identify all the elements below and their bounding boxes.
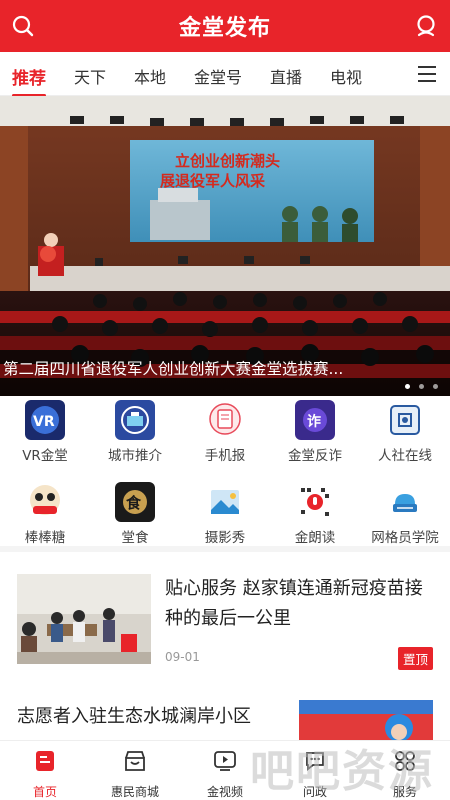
carousel-dots (405, 384, 438, 389)
grid-academy-icon (385, 482, 425, 522)
nav-home[interactable]: 首页 (0, 749, 90, 800)
app-title: 金堂发布 (178, 16, 271, 41)
grid-label: 棒棒糖 (24, 530, 66, 546)
watermark: 吧吧资源 (250, 746, 434, 797)
pinned-badge: 置顶 (397, 647, 433, 670)
home-icon (36, 751, 54, 771)
photo-icon (205, 482, 245, 522)
tab-recommend[interactable]: 推荐 (12, 64, 46, 97)
nav-label: 首页 (32, 785, 57, 799)
grid-item-reading[interactable]: 金朗读 (270, 482, 360, 546)
mobile-newspaper-icon (205, 400, 245, 440)
tab-world[interactable]: 天下 (74, 64, 106, 88)
grid-item-city[interactable]: 城市推介 (90, 400, 180, 464)
news-title[interactable]: 贴心服务 赵家镇连通新冠疫苗接种的最后一公里 (165, 574, 435, 634)
grid-item-mobile-newspaper[interactable]: 手机报 (180, 400, 270, 464)
user-icon[interactable] (414, 14, 438, 38)
city-icon (115, 400, 155, 440)
grid-label: 城市推介 (108, 448, 162, 464)
tab-tv[interactable]: 电视 (330, 64, 362, 88)
category-tabs: 推荐 天下 本地 金堂号 直播 电视 (0, 52, 450, 97)
grid-item-grid-academy[interactable]: 网格员学院 (360, 482, 450, 546)
video-icon (214, 751, 236, 771)
carousel-dot[interactable] (433, 384, 438, 389)
grid-item-anti-fraud[interactable]: 诈 金堂反诈 (270, 400, 360, 464)
grid-item-lollipop[interactable]: 棒棒糖 (0, 482, 90, 546)
news-date: 09-01 (165, 650, 200, 664)
tab-live[interactable]: 直播 (270, 64, 302, 88)
grid-item-social-security[interactable]: 人社在线 (360, 400, 450, 464)
anti-fraud-icon: 诈 (295, 400, 335, 440)
grid-label: 堂食 (121, 530, 149, 546)
service-grid: VR VR金堂 城市推介 手机报 诈 金堂反诈 人社在线 棒棒糖 食 堂食 摄影… (0, 396, 450, 552)
grid-item-dining[interactable]: 食 堂食 (90, 482, 180, 546)
social-security-icon (385, 400, 425, 440)
banner-carousel[interactable]: 立创业创新潮头 展退役军人风采 第二届四川省退役军人创业创新大赛金堂选拔赛... (0, 96, 450, 396)
news-thumbnail (17, 574, 151, 664)
vr-icon: VR (25, 400, 65, 440)
dining-icon: 食 (115, 482, 155, 522)
nav-label: 惠民商城 (110, 785, 159, 799)
banner-image: 立创业创新潮头 展退役军人风采 (0, 96, 450, 396)
banner-caption[interactable]: 第二届四川省退役军人创业创新大赛金堂选拔赛... (3, 357, 393, 379)
grid-label: 金堂反诈 (288, 448, 342, 464)
menu-icon[interactable] (418, 66, 436, 82)
reading-icon (295, 482, 335, 522)
grid-label: 金朗读 (294, 530, 336, 546)
grid-item-photo[interactable]: 摄影秀 (180, 482, 270, 546)
shop-icon (125, 751, 145, 771)
svg-text:诈: 诈 (307, 414, 321, 430)
grid-label: 网格员学院 (371, 530, 439, 546)
svg-text:VR: VR (33, 414, 55, 430)
tab-jintang-hao[interactable]: 金堂号 (194, 64, 242, 88)
app-header: 金堂发布 (0, 0, 450, 52)
carousel-dot[interactable] (419, 384, 424, 389)
grid-label: VR金堂 (22, 448, 68, 464)
grid-item-vr[interactable]: VR VR金堂 (0, 400, 90, 464)
grid-label: 摄影秀 (204, 530, 246, 546)
nav-shop[interactable]: 惠民商城 (90, 749, 180, 800)
svg-text:食: 食 (126, 494, 142, 512)
lollipop-icon (25, 482, 65, 522)
banner-screen-line2: 展退役军人风采 (160, 172, 266, 190)
search-icon[interactable] (11, 14, 35, 38)
grid-label: 手机报 (204, 448, 246, 464)
news-item[interactable]: 贴心服务 赵家镇连通新冠疫苗接种的最后一公里 09-01 置顶 (0, 572, 450, 680)
carousel-dot[interactable] (405, 384, 410, 389)
grid-label: 人社在线 (378, 448, 432, 464)
news-title[interactable]: 志愿者入驻生态水城澜岸小区 (17, 702, 279, 732)
banner-screen-line1: 立创业创新潮头 (175, 152, 280, 170)
tab-local[interactable]: 本地 (134, 64, 166, 88)
